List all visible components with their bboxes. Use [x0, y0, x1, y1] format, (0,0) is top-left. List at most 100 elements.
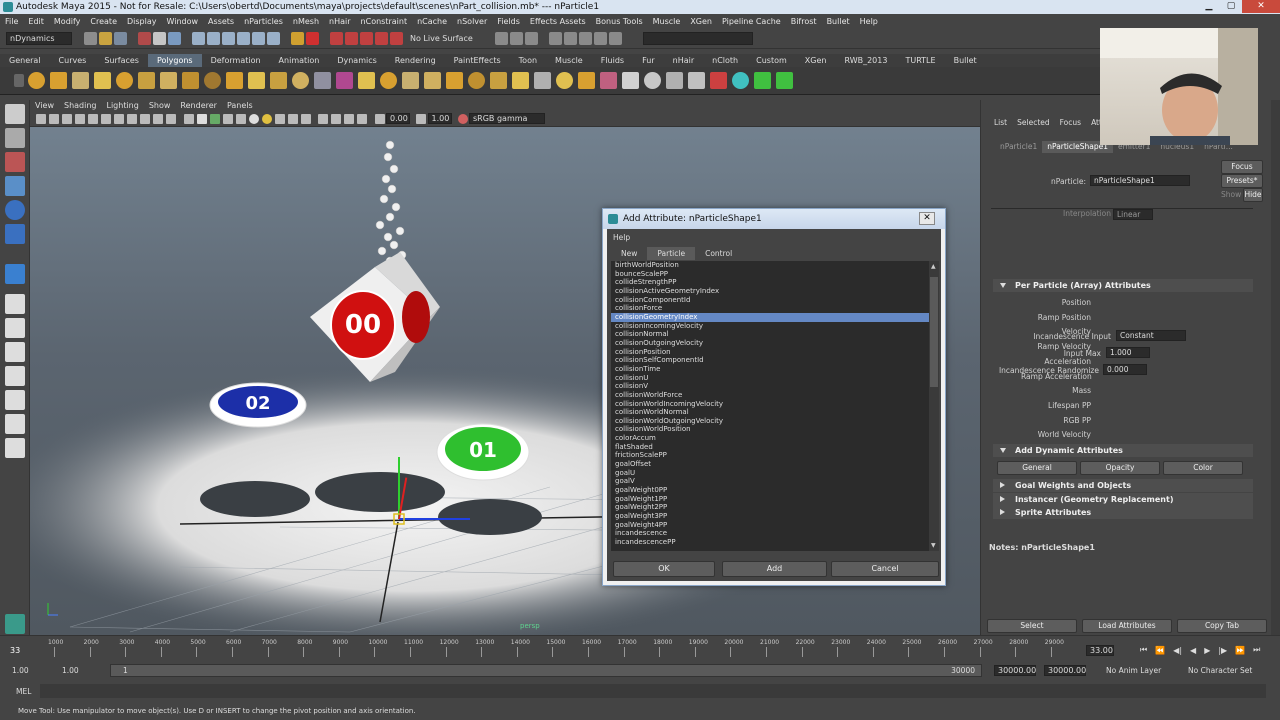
shelf-soccer-ball-icon[interactable] — [247, 72, 265, 89]
dialog-tab-control[interactable]: Control — [695, 247, 742, 260]
scroll-down-icon[interactable]: ▼ — [931, 542, 936, 549]
live-surface-label[interactable]: No Live Surface — [410, 34, 473, 43]
attribute-list-item[interactable]: incandescence — [611, 529, 929, 538]
attribute-list-item[interactable]: birthWorldPosition — [611, 261, 929, 270]
hypergraph-icon[interactable] — [608, 32, 622, 45]
attribute-list-item[interactable]: collideStrengthPP — [611, 278, 929, 287]
view-transform-select[interactable]: sRGB gamma — [469, 113, 545, 124]
go-to-start-icon[interactable]: ⏮ — [1140, 645, 1147, 655]
add-dynamic-section[interactable]: Add Dynamic Attributes — [993, 444, 1253, 457]
attribute-list-item[interactable]: flatShaded — [611, 443, 929, 452]
menu-edit[interactable]: Edit — [28, 17, 44, 26]
attribute-list-item[interactable]: goalV — [611, 477, 929, 486]
shelf-tab-xgen[interactable]: XGen — [796, 54, 836, 67]
last-tool-icon[interactable] — [5, 264, 25, 284]
image-plane-icon[interactable] — [75, 113, 85, 124]
scale-tool-icon[interactable] — [5, 224, 25, 244]
node-name-field[interactable]: nParticleShape1 — [1090, 175, 1190, 186]
shelf-torus-icon[interactable] — [137, 72, 155, 89]
current-time-field[interactable]: 33.00 — [1086, 645, 1114, 656]
menu-bullet[interactable]: Bullet — [827, 17, 850, 26]
attribute-list-item[interactable]: collisionWorldNormal — [611, 408, 929, 417]
shelf-tab-custom[interactable]: Custom — [747, 54, 796, 67]
menu-nsolver[interactable]: nSolver — [457, 17, 487, 26]
rotate-tool-icon[interactable] — [5, 200, 25, 220]
anim-layer-select[interactable]: No Anim Layer — [1106, 666, 1161, 675]
attribute-list-item[interactable]: colorAccum — [611, 434, 929, 443]
shelf-tab-painteffects[interactable]: PaintEffects — [445, 54, 510, 67]
menu-effects-assets[interactable]: Effects Assets — [530, 17, 586, 26]
snap-grid-icon[interactable] — [192, 32, 205, 45]
step-forward-key-icon[interactable]: ⏩ — [1235, 646, 1245, 655]
step-back-key-icon[interactable]: ⏪ — [1155, 646, 1165, 655]
persp-outliner-icon[interactable] — [5, 390, 25, 410]
select-hierarchy-icon[interactable] — [138, 32, 151, 45]
lock-icon[interactable] — [291, 32, 304, 45]
attribute-list-item[interactable]: incandescencePP — [611, 538, 929, 547]
persp-graph-icon[interactable] — [5, 366, 25, 386]
ae-menu-selected[interactable]: Selected — [1012, 117, 1055, 129]
layout-four-icon[interactable] — [524, 32, 538, 45]
open-scene-icon[interactable] — [99, 32, 112, 45]
ae-menu-list[interactable]: List — [989, 117, 1012, 129]
select-object-icon[interactable] — [153, 32, 166, 45]
viewport-menu-show[interactable]: Show — [149, 101, 171, 110]
attribute-list-item[interactable]: frictionScalePP — [611, 451, 929, 460]
menu-nmesh[interactable]: nMesh — [293, 17, 319, 26]
shelf-boolean-icon[interactable] — [379, 72, 397, 89]
shelf-tab-bullet[interactable]: Bullet — [945, 54, 986, 67]
shelf-poke-icon[interactable] — [687, 72, 705, 89]
attribute-list-item[interactable]: collisionActiveGeometryIndex — [611, 287, 929, 296]
menu-bifrost[interactable]: Bifrost — [791, 17, 817, 26]
save-scene-icon[interactable] — [114, 32, 127, 45]
viewport-menu-lighting[interactable]: Lighting — [106, 101, 138, 110]
shelf-tab-rwb_2013[interactable]: RWB_2013 — [835, 54, 896, 67]
shelf-menu-icon[interactable] — [14, 74, 24, 87]
shelf-tab-rendering[interactable]: Rendering — [386, 54, 445, 67]
render-view-icon[interactable] — [578, 32, 592, 45]
shelf-uv-editor-icon[interactable] — [709, 72, 727, 89]
color-management-icon[interactable] — [457, 113, 468, 124]
menu-modify[interactable]: Modify — [54, 17, 81, 26]
shelf-transfer-icon[interactable] — [423, 72, 441, 89]
character-set-select[interactable]: No Character Set — [1188, 666, 1252, 675]
menu-help[interactable]: Help — [860, 17, 878, 26]
attribute-list-item[interactable]: goalWeight2PP — [611, 503, 929, 512]
wireframe-icon[interactable] — [183, 113, 194, 124]
select-component-icon[interactable] — [168, 32, 181, 45]
xray-icon[interactable] — [331, 113, 341, 124]
viewport-menu-shading[interactable]: Shading — [64, 101, 97, 110]
menu-nconstraint[interactable]: nConstraint — [361, 17, 408, 26]
add-button[interactable]: Add — [722, 561, 827, 577]
shelf-tab-fur[interactable]: Fur — [633, 54, 664, 67]
shadows-icon[interactable] — [248, 113, 259, 124]
attribute-list-item[interactable]: collisionWorldOutgoingVelocity — [611, 417, 929, 426]
add-dynamic-opacity-button[interactable]: Opacity — [1080, 461, 1160, 475]
attribute-list-item[interactable]: collisionU — [611, 374, 929, 383]
snap-plane-icon[interactable] — [237, 32, 250, 45]
field-chart-icon[interactable] — [140, 113, 150, 124]
add-dynamic-color-button[interactable]: Color — [1163, 461, 1243, 475]
command-field[interactable] — [642, 32, 753, 45]
shelf-tab-general[interactable]: General — [0, 54, 50, 67]
attribute-list-item[interactable]: collisionIncomingVelocity — [611, 322, 929, 331]
menu-assets[interactable]: Assets — [208, 17, 234, 26]
play-back-icon[interactable]: ◀ — [1190, 646, 1196, 655]
shelf-bevel-icon[interactable] — [599, 72, 617, 89]
attribute-list-item[interactable]: collisionTime — [611, 365, 929, 374]
panel-layout-icon[interactable] — [494, 32, 508, 45]
shelf-plane-icon[interactable] — [115, 72, 133, 89]
camera-attributes-icon[interactable] — [49, 113, 59, 124]
shelf-fill-hole-icon[interactable] — [445, 72, 463, 89]
move-tool-icon[interactable] — [5, 176, 25, 196]
shelf-tab-muscle[interactable]: Muscle — [546, 54, 592, 67]
shelf-tab-fluids[interactable]: Fluids — [592, 54, 633, 67]
menu-fields[interactable]: Fields — [497, 17, 520, 26]
ae-menu-focus[interactable]: Focus — [1055, 117, 1086, 129]
attribute-list-item[interactable]: goalWeight1PP — [611, 495, 929, 504]
close-icon[interactable]: ✕ — [1242, 0, 1280, 13]
film-gate-icon[interactable] — [101, 113, 111, 124]
attribute-list-item[interactable]: goalU — [611, 469, 929, 478]
shelf-tab-polygons[interactable]: Polygons — [147, 54, 202, 67]
snap-curve-icon[interactable] — [207, 32, 220, 45]
